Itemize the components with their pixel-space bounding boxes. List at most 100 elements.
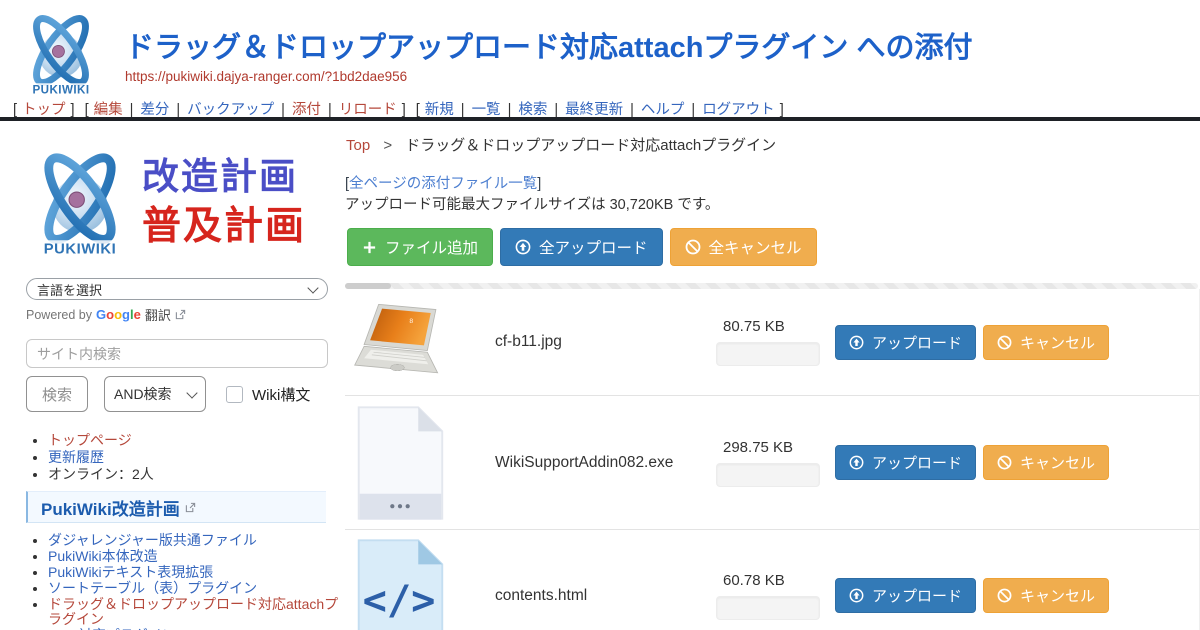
nav-bracket: ] bbox=[402, 102, 406, 118]
list-item: PukiWikiテキスト表現拡張 bbox=[48, 565, 340, 580]
cancel-button[interactable]: キャンセル bbox=[983, 578, 1109, 613]
search-button[interactable]: 検索 bbox=[26, 376, 88, 412]
upload-button[interactable]: アップロード bbox=[835, 325, 976, 360]
translate-link[interactable]: 翻訳 bbox=[145, 305, 171, 324]
breadcrumb: Top > ドラッグ＆ドロップアップロード対応attachプラグイン bbox=[346, 134, 776, 155]
upload-file-list: 8 cf-b11.jpg 80.75 KB アップロード bbox=[345, 289, 1200, 630]
list-item: オンライン：2人 bbox=[48, 466, 340, 482]
list-item: ソートテーブル（表）プラグイン bbox=[48, 581, 340, 596]
add-file-button[interactable]: ファイル追加 bbox=[347, 228, 493, 266]
nav-recent-link[interactable]: 最終更新 bbox=[565, 102, 623, 118]
pukiwiki-kaizou-link[interactable]: PukiWiki改造計画 bbox=[41, 495, 180, 520]
file-size-cell: 80.75 KB bbox=[716, 318, 835, 366]
chevron-down-icon bbox=[307, 282, 318, 293]
nav-diff-link[interactable]: 差分 bbox=[140, 102, 169, 118]
nav-bracket: [ bbox=[416, 102, 420, 118]
sidebar-link-core-mod[interactable]: PukiWiki本体改造 bbox=[48, 548, 158, 564]
nav-reload-link[interactable]: リロード bbox=[339, 102, 397, 118]
nav-top-link[interactable]: トップ bbox=[22, 102, 66, 118]
ban-circle-icon bbox=[685, 239, 701, 255]
nav-pipe: | bbox=[130, 102, 134, 118]
nav-new-link[interactable]: 新規 bbox=[425, 102, 454, 118]
breadcrumb-current: ドラッグ＆ドロップアップロード対応attachプラグイン bbox=[405, 137, 776, 154]
file-row: WikiSupportAddin082.exe 298.75 KB アップロード… bbox=[345, 396, 1199, 530]
sidebar-link-top-page[interactable]: トップページ bbox=[48, 432, 132, 448]
file-size-cell: 60.78 KB bbox=[716, 572, 835, 620]
site-search-input[interactable] bbox=[26, 339, 328, 368]
sidebar-link-update-history[interactable]: 更新履歴 bbox=[48, 449, 104, 465]
nav-pipe: | bbox=[630, 102, 634, 118]
file-thumbnail: 8 bbox=[352, 298, 448, 386]
sidebar-logo[interactable]: PUKIWIKI 改造計画 普及計画 bbox=[24, 146, 330, 260]
pukiwiki-logo[interactable]: PUKIWIKI bbox=[18, 6, 104, 102]
nav-pipe: | bbox=[554, 102, 558, 118]
circle-arrow-up-icon bbox=[849, 455, 864, 470]
nav-help-link[interactable]: ヘルプ bbox=[641, 102, 685, 118]
powered-by-text: Powered by bbox=[26, 308, 92, 322]
upload-button[interactable]: アップロード bbox=[835, 445, 976, 480]
online-count: オンライン：2人 bbox=[48, 466, 154, 482]
file-size: 80.75 KB bbox=[716, 318, 835, 335]
file-actions: アップロード キャンセル bbox=[835, 578, 1109, 613]
nav-pipe: | bbox=[281, 102, 285, 118]
wiki-syntax-checkbox[interactable] bbox=[226, 386, 243, 403]
attach-file-list-link[interactable]: 全ページの添付ファイル一覧 bbox=[349, 176, 537, 192]
search-mode-select[interactable]: AND検索 bbox=[104, 376, 206, 412]
brand-text: PUKIWIKI bbox=[44, 241, 117, 257]
file-progress-bar bbox=[716, 463, 820, 487]
upload-all-button[interactable]: 全アップロード bbox=[500, 228, 663, 266]
nav-pipe: | bbox=[508, 102, 512, 118]
nav-backup-link[interactable]: バックアップ bbox=[187, 102, 274, 118]
sidebar-link-text-ext[interactable]: PukiWikiテキスト表現拡張 bbox=[48, 564, 213, 580]
file-icon: </> bbox=[352, 536, 448, 630]
cancel-button[interactable]: キャンセル bbox=[983, 445, 1109, 480]
plus-icon bbox=[362, 240, 377, 255]
file-progress-bar bbox=[716, 596, 820, 620]
nav-search-link[interactable]: 検索 bbox=[518, 102, 547, 118]
language-select-value: 言語を選択 bbox=[37, 280, 102, 299]
nav-edit-link[interactable]: 編集 bbox=[94, 102, 123, 118]
google-translate-attribution: Powered by Google 翻訳 bbox=[26, 305, 186, 324]
brand-text: PUKIWIKI bbox=[33, 84, 90, 97]
list-item: ダジャレンジャー版共通ファイル bbox=[48, 533, 340, 548]
google-wordmark: Google bbox=[96, 307, 141, 322]
nav-list-link[interactable]: 一覧 bbox=[472, 102, 501, 118]
nav-attach-link[interactable]: 添付 bbox=[292, 102, 321, 118]
page-url-link[interactable]: https://pukiwiki.dajya-ranger.com/?1bd2d… bbox=[125, 69, 407, 84]
nav-pipe: | bbox=[176, 102, 180, 118]
search-mode-value: AND検索 bbox=[114, 384, 172, 404]
wiki-syntax-label: Wiki構文 bbox=[252, 384, 310, 405]
file-name: WikiSupportAddin082.exe bbox=[448, 454, 716, 472]
ban-circle-icon bbox=[997, 588, 1012, 603]
nav-pipe: | bbox=[461, 102, 465, 118]
page-title: ドラッグ＆ドロップアップロード対応attachプラグイン への添付 bbox=[125, 24, 972, 66]
sidebar-link-attach-plugin[interactable]: ドラッグ＆ドロップアップロード対応attachプラグイン bbox=[48, 596, 338, 627]
cancel-all-button[interactable]: 全キャンセル bbox=[670, 228, 817, 266]
breadcrumb-separator: > bbox=[383, 137, 392, 154]
file-actions: アップロード キャンセル bbox=[835, 445, 1109, 480]
breadcrumb-home-link[interactable]: Top bbox=[346, 137, 370, 154]
sidebar-section-heading: PukiWiki改造計画 bbox=[26, 491, 326, 523]
sidebar-slogan: 改造計画 普及計画 bbox=[142, 157, 306, 249]
chevron-down-icon bbox=[186, 387, 197, 398]
nav-pipe: | bbox=[691, 102, 695, 118]
nav-bracket: [ bbox=[13, 102, 17, 118]
upload-button[interactable]: アップロード bbox=[835, 578, 976, 613]
slogan-line-2: 普及計画 bbox=[142, 206, 306, 249]
cancel-button[interactable]: キャンセル bbox=[983, 325, 1109, 360]
top-navigation: [ トップ] [ 編集 | 差分 | バックアップ | 添付 | リロード] [ 新規 | 一覧 | 検索 | 最終更… bbox=[8, 98, 789, 119]
ban-circle-icon bbox=[997, 455, 1012, 470]
search-controls: 検索 AND検索 Wiki構文 bbox=[26, 376, 310, 412]
ban-circle-icon bbox=[997, 335, 1012, 350]
file-actions: アップロード キャンセル bbox=[835, 325, 1109, 360]
nav-logout-link[interactable]: ログアウト bbox=[702, 102, 775, 118]
sidebar-link-sort-table[interactable]: ソートテーブル（表）プラグイン bbox=[48, 580, 257, 596]
nav-bracket: ] bbox=[71, 102, 75, 118]
file-row: 8 cf-b11.jpg 80.75 KB アップロード bbox=[345, 289, 1199, 396]
sidebar-link-common-files[interactable]: ダジャレンジャー版共通ファイル bbox=[48, 532, 257, 548]
upload-toolbar: ファイル追加 全アップロード 全キャンセル bbox=[347, 228, 817, 266]
nav-bracket: [ bbox=[85, 102, 89, 118]
nav-pipe: | bbox=[328, 102, 332, 118]
file-size: 298.75 KB bbox=[716, 439, 835, 456]
language-select[interactable]: 言語を選択 bbox=[26, 278, 328, 300]
